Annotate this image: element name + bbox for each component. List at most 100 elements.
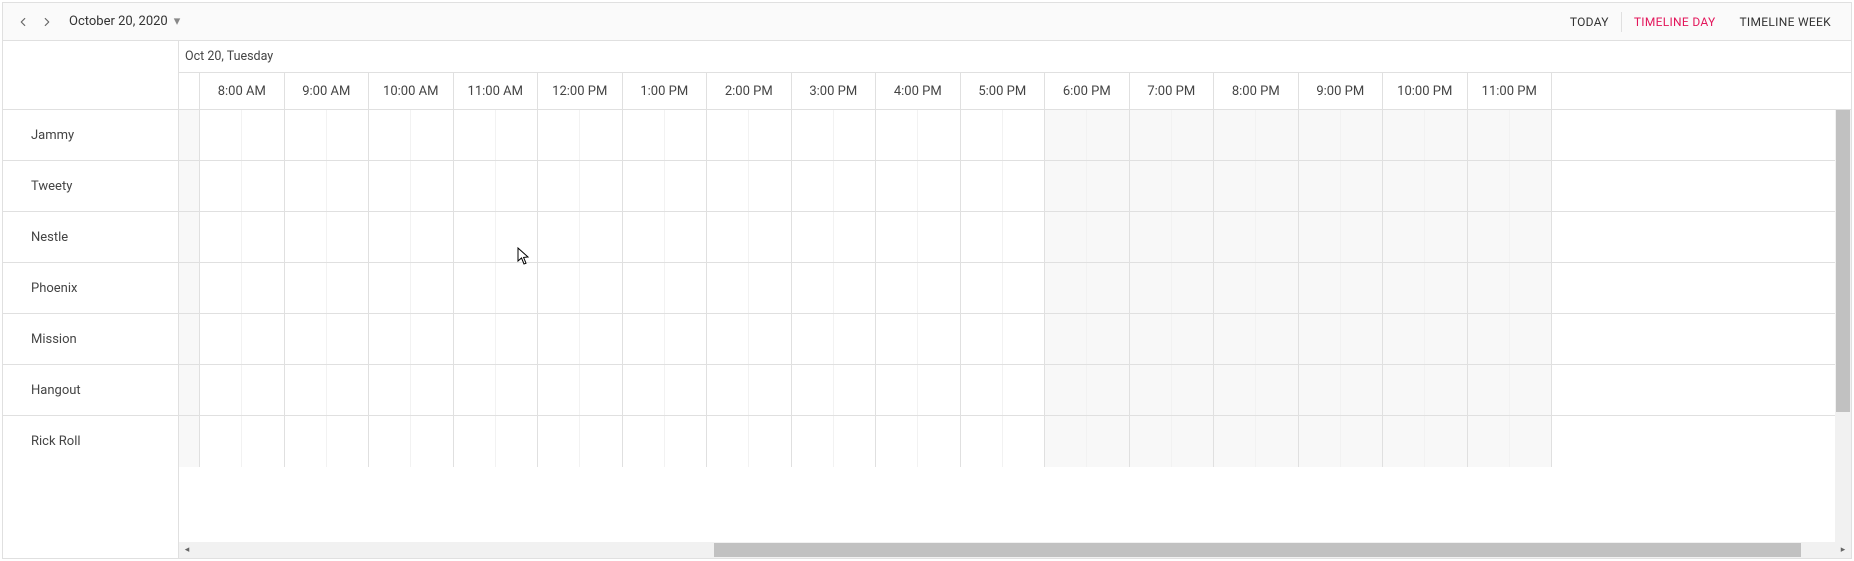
grid-cell[interactable] [1214, 110, 1256, 160]
grid-cell[interactable] [285, 212, 327, 262]
grid-cell[interactable] [707, 416, 749, 467]
grid-cell[interactable] [1130, 365, 1172, 415]
grid-cell[interactable] [623, 314, 665, 364]
grid-cell[interactable] [1341, 161, 1383, 211]
grid-cell[interactable] [327, 416, 369, 467]
grid-cell[interactable] [1256, 416, 1298, 467]
timeline-row[interactable] [179, 365, 1851, 416]
grid-cell[interactable] [1172, 110, 1214, 160]
today-button[interactable]: TODAY [1558, 3, 1621, 41]
grid-cell[interactable] [369, 365, 411, 415]
grid-cell[interactable] [1172, 365, 1214, 415]
grid-cell[interactable] [1299, 416, 1341, 467]
grid-cell[interactable] [961, 416, 1003, 467]
resource-row[interactable]: Tweety [3, 161, 178, 212]
grid-cell[interactable] [538, 416, 580, 467]
grid-cell[interactable] [411, 110, 453, 160]
grid-cell[interactable] [1256, 365, 1298, 415]
grid-cell[interactable] [1383, 212, 1425, 262]
grid-cell[interactable] [623, 263, 665, 313]
grid-cell[interactable] [200, 365, 242, 415]
grid-cell[interactable] [454, 110, 496, 160]
grid-cell[interactable] [1425, 314, 1467, 364]
grid-cell[interactable] [876, 416, 918, 467]
grid-cell[interactable] [285, 263, 327, 313]
grid-cell[interactable] [1214, 263, 1256, 313]
grid-cell[interactable] [1510, 416, 1552, 467]
grid-cell[interactable] [665, 161, 707, 211]
grid-cell[interactable] [749, 110, 791, 160]
grid-cell[interactable] [1468, 212, 1510, 262]
date-range-picker[interactable]: October 20, 2020 ▾ [59, 14, 190, 29]
timeline-row[interactable] [179, 263, 1851, 314]
grid-cell[interactable] [1341, 314, 1383, 364]
grid-cell[interactable] [1045, 161, 1087, 211]
grid-cell[interactable] [454, 212, 496, 262]
grid-cell[interactable] [1087, 212, 1129, 262]
grid-cell[interactable] [1045, 263, 1087, 313]
grid-cell[interactable] [1383, 416, 1425, 467]
grid-cell[interactable] [961, 365, 1003, 415]
grid-cell[interactable] [1299, 161, 1341, 211]
grid-cell[interactable] [707, 314, 749, 364]
grid-cell[interactable] [1003, 314, 1045, 364]
grid-cell[interactable] [749, 263, 791, 313]
grid-cell[interactable] [876, 365, 918, 415]
grid-cell[interactable] [1425, 161, 1467, 211]
grid-cell[interactable] [1468, 365, 1510, 415]
grid-cell[interactable] [496, 314, 538, 364]
grid-cell[interactable] [1468, 416, 1510, 467]
timeline-row[interactable] [179, 314, 1851, 365]
grid-cell[interactable] [411, 263, 453, 313]
grid-cell[interactable] [179, 212, 200, 262]
view-timeline-day[interactable]: TIMELINE DAY [1622, 3, 1728, 41]
grid-cell[interactable] [707, 110, 749, 160]
grid-cell[interactable] [242, 212, 284, 262]
grid-cell[interactable] [1256, 110, 1298, 160]
grid-cell[interactable] [327, 365, 369, 415]
grid-cell[interactable] [327, 263, 369, 313]
grid-cell[interactable] [496, 365, 538, 415]
timeline-row[interactable] [179, 161, 1851, 212]
grid-cell[interactable] [707, 212, 749, 262]
grid-cell[interactable] [285, 110, 327, 160]
grid-cell[interactable] [876, 110, 918, 160]
grid-cell[interactable] [792, 161, 834, 211]
grid-cell[interactable] [792, 416, 834, 467]
grid-cell[interactable] [1256, 314, 1298, 364]
grid-cell[interactable] [665, 314, 707, 364]
grid-cell[interactable] [1341, 110, 1383, 160]
grid-cell[interactable] [961, 212, 1003, 262]
grid-cell[interactable] [876, 161, 918, 211]
grid-cell[interactable] [1087, 161, 1129, 211]
grid-cell[interactable] [1214, 314, 1256, 364]
grid-cell[interactable] [411, 212, 453, 262]
grid-cell[interactable] [918, 212, 960, 262]
grid-cell[interactable] [1299, 365, 1341, 415]
grid-cell[interactable] [1510, 365, 1552, 415]
grid-cell[interactable] [1214, 416, 1256, 467]
grid-cell[interactable] [327, 212, 369, 262]
grid-cell[interactable] [1045, 365, 1087, 415]
grid-cell[interactable] [1214, 161, 1256, 211]
grid-cell[interactable] [369, 110, 411, 160]
grid-cell[interactable] [665, 110, 707, 160]
grid-cell[interactable] [538, 161, 580, 211]
resource-row[interactable]: Jammy [3, 110, 178, 161]
grid-cell[interactable] [665, 365, 707, 415]
grid-cell[interactable] [411, 416, 453, 467]
grid-cell[interactable] [200, 263, 242, 313]
grid-cell[interactable] [961, 110, 1003, 160]
grid-cell[interactable] [1130, 263, 1172, 313]
grid-cell[interactable] [1468, 263, 1510, 313]
timeline-grid[interactable] [179, 110, 1851, 542]
grid-cell[interactable] [242, 263, 284, 313]
grid-cell[interactable] [834, 416, 876, 467]
grid-cell[interactable] [918, 416, 960, 467]
grid-cell[interactable] [961, 161, 1003, 211]
grid-cell[interactable] [496, 212, 538, 262]
grid-cell[interactable] [749, 365, 791, 415]
grid-cell[interactable] [285, 416, 327, 467]
grid-cell[interactable] [834, 212, 876, 262]
grid-cell[interactable] [200, 314, 242, 364]
